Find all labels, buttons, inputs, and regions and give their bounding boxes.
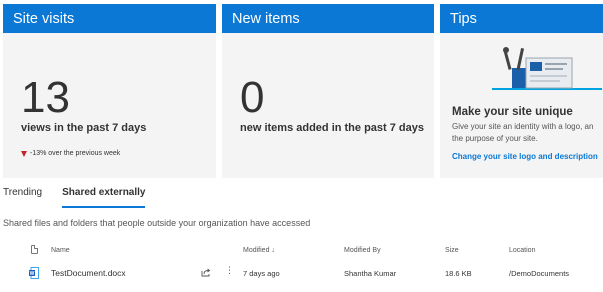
site-visits-caption: views in the past 7 days: [21, 122, 147, 134]
tips-heading: Make your site unique: [452, 106, 573, 118]
file-modified-by: Shantha Kumar: [344, 269, 397, 278]
file-name-link[interactable]: TestDocument.docx: [51, 268, 126, 278]
tips-description-line-1: Give your site an identity with a logo, …: [452, 122, 594, 131]
site-visits-trend-text: -13% over the previous week: [30, 150, 121, 157]
tab-trending[interactable]: Trending: [3, 186, 42, 208]
column-header-location[interactable]: Location: [509, 247, 535, 254]
site-visits-card: Site visits 13 views in the past 7 days …: [3, 4, 216, 178]
table-row[interactable]: W TestDocument.docx ⋮ 7 days ago Shantha…: [0, 262, 603, 284]
tips-title: Tips: [440, 4, 603, 33]
sort-down-icon: ↓: [271, 247, 275, 254]
change-logo-link[interactable]: Change your site logo and description: [452, 152, 598, 161]
table-header: Name Modified ↓ Modified By Size Locatio…: [0, 244, 603, 260]
word-document-icon: W: [29, 267, 39, 279]
new-items-caption: new items added in the past 7 days: [240, 122, 424, 134]
column-header-name[interactable]: Name: [51, 247, 70, 254]
site-visits-value: 13: [21, 73, 70, 122]
svg-text:W: W: [30, 271, 35, 277]
activity-tabs: Trending Shared externally: [3, 186, 165, 210]
tab-shared-externally[interactable]: Shared externally: [62, 186, 146, 208]
tips-card: Tips Make your site unique Give your sit…: [440, 4, 603, 178]
file-modified: 7 days ago: [243, 269, 280, 278]
tips-description-line-2: the purpose of your site.: [452, 134, 538, 143]
file-header-icon: [31, 245, 38, 254]
new-items-title: New items: [222, 4, 434, 33]
file-location[interactable]: /DemoDocuments: [509, 269, 569, 278]
column-header-modified[interactable]: Modified ↓: [243, 247, 275, 254]
new-items-value: 0: [240, 73, 265, 122]
column-header-modified-by[interactable]: Modified By: [344, 247, 381, 254]
file-size: 18.6 KB: [445, 269, 472, 278]
tips-description: Give your site an identity with a logo, …: [452, 121, 593, 145]
more-options-icon[interactable]: ⋮: [225, 266, 234, 275]
column-header-size[interactable]: Size: [445, 247, 459, 254]
column-header-modified-label: Modified: [243, 247, 270, 254]
tips-illustration-icon: [492, 47, 602, 90]
share-icon[interactable]: [201, 268, 211, 277]
new-items-card: New items 0 new items added in the past …: [222, 4, 434, 178]
trend-down-arrow-icon: [21, 150, 27, 157]
section-description: Shared files and folders that people out…: [3, 218, 311, 228]
site-visits-trend: -13% over the previous week: [21, 150, 120, 157]
site-visits-title: Site visits: [3, 4, 216, 33]
